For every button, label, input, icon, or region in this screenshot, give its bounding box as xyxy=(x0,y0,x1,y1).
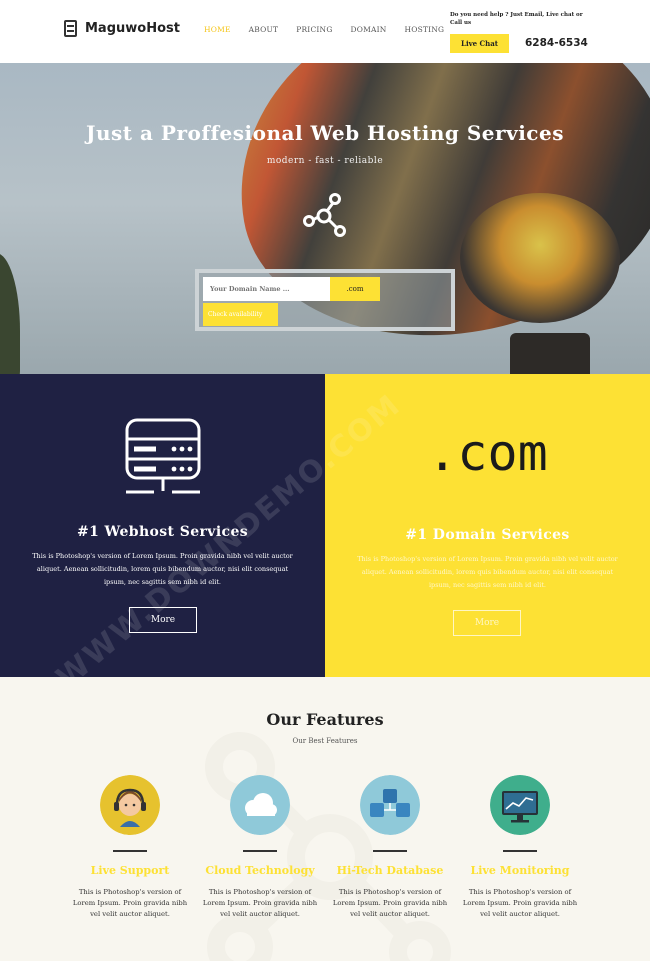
cloud-icon xyxy=(230,775,290,835)
hero-section: Just a Proffesional Web Hosting Services… xyxy=(0,63,650,374)
feature-description: This is Photoshop's version of Lorem Ips… xyxy=(202,888,318,918)
nav-item-about[interactable]: ABOUT xyxy=(249,25,279,34)
network-share-icon xyxy=(303,193,346,237)
domain-search-box: .com Check availability xyxy=(195,269,455,331)
services-section: #1 Webhost Services This is Photoshop's … xyxy=(0,374,650,696)
nav-item-pricing[interactable]: PRICING xyxy=(296,25,332,34)
features-section: Our Features Our Best Features Live Supp… xyxy=(0,677,650,961)
feature-name: Cloud Technology xyxy=(205,864,315,877)
hero-subtitle: modern - fast - reliable xyxy=(266,156,384,166)
domain-more-button[interactable]: More xyxy=(453,610,521,636)
tree-silhouette xyxy=(0,253,20,374)
balloon-bottom-image xyxy=(460,193,620,323)
logo-text: MaguwoHost xyxy=(85,21,180,36)
live-chat-button[interactable]: Live Chat xyxy=(450,34,509,53)
nav-item-home[interactable]: HOME xyxy=(204,25,231,34)
feature-description: This is Photoshop's version of Lorem Ips… xyxy=(462,888,578,918)
database-icon xyxy=(360,775,420,835)
dotcom-logo: .com xyxy=(427,424,548,482)
background-network-graphic xyxy=(205,732,451,961)
main-nav: HOME ABOUT PRICING DOMAIN HOSTING xyxy=(204,25,462,34)
webhost-more-button[interactable]: More xyxy=(129,607,197,633)
webhost-service-title: #1 Webhost Services xyxy=(76,524,249,540)
webhost-service-panel: #1 Webhost Services This is Photoshop's … xyxy=(0,374,325,677)
feature-divider xyxy=(243,850,277,852)
nav-item-domain[interactable]: DOMAIN xyxy=(351,25,387,34)
help-text: Do you need help ? Just Email, Live chat… xyxy=(450,12,583,26)
phone-number: 6284-6534 xyxy=(525,37,588,49)
feature-divider xyxy=(373,850,407,852)
logo[interactable]: MaguwoHost xyxy=(64,20,180,37)
features-title: Our Features xyxy=(266,710,384,729)
hero-title: Just a Proffesional Web Hosting Services xyxy=(86,121,564,145)
feature-description: This is Photoshop's version of Lorem Ips… xyxy=(72,888,188,918)
check-availability-button[interactable]: Check availability xyxy=(203,303,278,326)
feature-description: This is Photoshop's version of Lorem Ips… xyxy=(332,888,448,918)
feature-divider xyxy=(503,850,537,852)
domain-name-input[interactable] xyxy=(203,277,330,301)
feature-name: Live Monitoring xyxy=(470,864,570,877)
feature-name: Live Support xyxy=(90,864,170,877)
nav-item-hosting[interactable]: HOSTING xyxy=(405,25,445,34)
site-header: MaguwoHost HOME ABOUT PRICING DOMAIN HOS… xyxy=(0,0,650,63)
features-subtitle: Our Best Features xyxy=(292,737,358,745)
domain-extension-select[interactable]: .com xyxy=(330,277,380,301)
domain-service-panel: .com #1 Domain Services This is Photosho… xyxy=(325,374,650,677)
webhost-service-description: This is Photoshop's version of Lorem Ips… xyxy=(32,552,293,586)
domain-service-title: #1 Domain Services xyxy=(405,527,570,543)
balloon-basket-image xyxy=(510,333,590,374)
feature-name: Hi-Tech Database xyxy=(336,864,444,877)
server-logo-icon xyxy=(64,20,77,37)
feature-divider xyxy=(113,850,147,852)
monitor-chart-icon xyxy=(490,775,550,835)
server-icon xyxy=(125,418,201,494)
headset-support-icon xyxy=(100,775,160,835)
domain-service-description: This is Photoshop's version of Lorem Ips… xyxy=(357,555,618,589)
